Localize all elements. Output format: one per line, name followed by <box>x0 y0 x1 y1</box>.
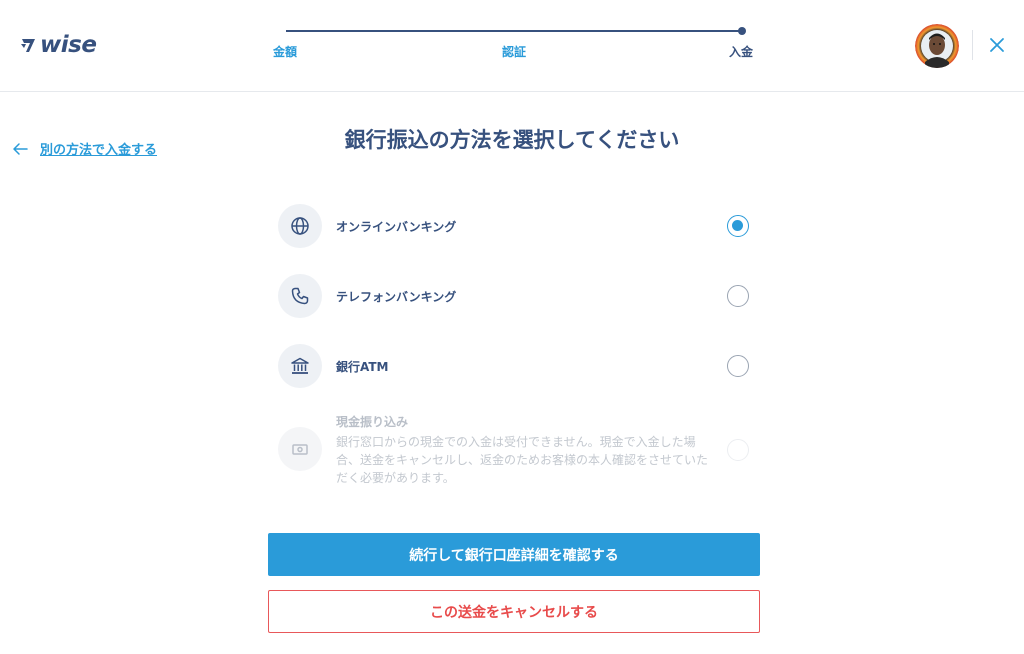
option-label: テレフォンバンキング <box>336 290 457 304</box>
radio-telephone-banking[interactable] <box>727 285 749 307</box>
option-label: オンラインバンキング <box>336 220 457 234</box>
stepper-line <box>286 30 742 32</box>
top-header: wise 金額 認証 入金 <box>0 0 1024 92</box>
step-payment: 入金 <box>729 45 754 59</box>
option-online-banking[interactable]: オンラインバンキング <box>278 204 752 250</box>
cancel-transfer-button[interactable]: この送金をキャンセルする <box>268 590 760 633</box>
avatar-image <box>915 24 959 68</box>
step-amount: 金額 <box>273 45 298 59</box>
option-label: 銀行ATM <box>336 360 389 374</box>
radio-bank-atm[interactable] <box>727 355 749 377</box>
option-label: 現金振り込み <box>336 415 409 429</box>
option-description: 銀行窓口からの現金での入金は受付できません。現金で入金した場合、送金をキャンセル… <box>336 435 709 485</box>
user-avatar[interactable] <box>915 24 959 68</box>
radio-cash-deposit <box>727 439 749 461</box>
stepper-current-dot <box>738 27 746 35</box>
continue-button[interactable]: 続行して銀行口座詳細を確認する <box>268 533 760 576</box>
radio-online-banking[interactable] <box>727 215 749 237</box>
page-title: 銀行振込の方法を選択してください <box>344 128 680 152</box>
option-telephone-banking[interactable]: テレフォンバンキング <box>278 274 752 320</box>
globe-icon <box>278 204 322 248</box>
bank-icon <box>278 344 322 388</box>
phone-icon <box>278 274 322 318</box>
close-icon[interactable] <box>986 34 1008 56</box>
cash-icon <box>278 427 322 471</box>
wise-flag-icon <box>21 39 35 52</box>
option-bank-atm[interactable]: 銀行ATM <box>278 344 752 390</box>
wise-wordmark: wise <box>40 32 97 58</box>
header-divider <box>972 30 973 60</box>
option-cash-deposit: 現金振り込み 銀行窓口からの現金での入金は受付できません。現金で入金した場合、送… <box>278 413 752 485</box>
step-verification: 認証 <box>502 45 527 59</box>
wise-logo[interactable]: wise <box>20 32 97 58</box>
